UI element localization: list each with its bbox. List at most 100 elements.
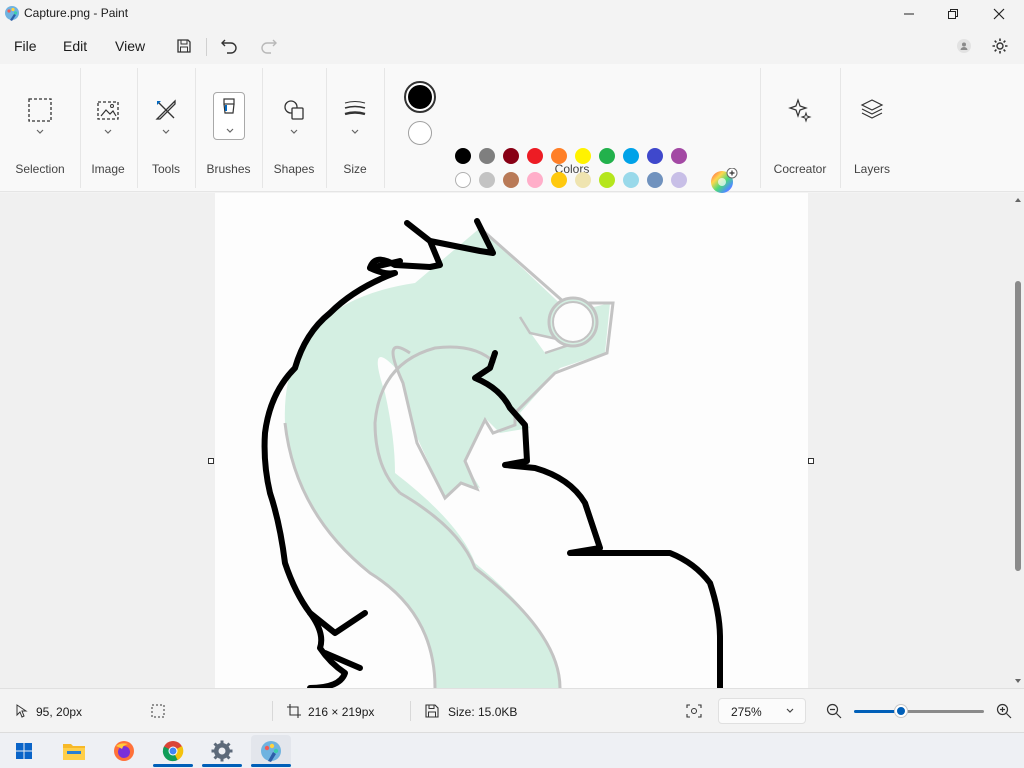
zoom-dropdown[interactable]: 275%	[718, 698, 806, 724]
taskbar-chrome[interactable]	[153, 735, 193, 767]
taskbar-file-explorer[interactable]	[54, 735, 94, 767]
tools-label: Tools	[151, 162, 180, 176]
color-swatch[interactable]	[503, 148, 519, 164]
taskbar-settings[interactable]	[202, 735, 242, 767]
chevron-down-icon	[162, 129, 170, 134]
account-button[interactable]	[952, 34, 976, 58]
tools-icon	[150, 94, 182, 126]
color-swatch[interactable]	[671, 148, 687, 164]
taskbar	[0, 732, 1024, 768]
tools-group[interactable]: Tools	[137, 64, 195, 192]
color-swatch[interactable]	[551, 148, 567, 164]
taskbar-firefox[interactable]	[104, 735, 144, 767]
save-icon	[177, 39, 191, 53]
file-size-icon	[425, 704, 439, 718]
layers-group[interactable]: Layers	[840, 64, 904, 192]
active-indicator	[202, 764, 242, 767]
color-swatch[interactable]	[647, 148, 663, 164]
color-swatch[interactable]	[575, 148, 591, 164]
fit-to-window-icon[interactable]	[686, 704, 702, 718]
close-button[interactable]	[976, 0, 1022, 28]
zoom-slider-track	[901, 710, 984, 713]
restore-icon	[948, 9, 958, 19]
account-icon	[957, 39, 971, 53]
cocreator-icon	[784, 94, 816, 126]
active-indicator	[251, 764, 291, 767]
edit-colors-icon[interactable]	[710, 168, 738, 196]
color-swatch[interactable]	[599, 148, 615, 164]
color-swatch[interactable]	[479, 172, 495, 188]
zoom-in-icon[interactable]	[996, 703, 1012, 719]
undo-button[interactable]	[217, 34, 241, 58]
color-swatch[interactable]	[527, 148, 543, 164]
close-icon	[993, 8, 1005, 20]
chevron-down-icon	[226, 128, 234, 133]
paint-app-icon	[5, 6, 19, 21]
image-group[interactable]: Image	[80, 64, 136, 192]
chevron-down-icon	[290, 129, 298, 134]
dragon-drawing	[261, 218, 723, 688]
start-button[interactable]	[4, 735, 44, 767]
undo-icon	[221, 39, 237, 54]
drawing-canvas[interactable]	[215, 193, 808, 688]
color-swatch[interactable]	[623, 148, 639, 164]
secondary-color[interactable]	[408, 121, 432, 145]
selection-size-icon	[151, 704, 165, 718]
color-swatch[interactable]	[503, 172, 519, 188]
restore-button[interactable]	[930, 0, 976, 28]
color-swatch[interactable]	[527, 172, 543, 188]
color-swatch[interactable]	[647, 172, 663, 188]
shapes-group[interactable]: Shapes	[262, 64, 326, 192]
save-button[interactable]	[172, 34, 196, 58]
layers-icon	[856, 94, 888, 126]
cocreator-group[interactable]: Cocreator	[760, 64, 840, 192]
redo-icon	[261, 39, 277, 54]
scroll-down-icon[interactable]	[1014, 677, 1022, 685]
color-swatch[interactable]	[455, 172, 471, 188]
title-bar: Capture.png - Paint	[0, 0, 1024, 28]
color-swatch[interactable]	[575, 172, 591, 188]
scrollbar-thumb[interactable]	[1015, 281, 1021, 571]
minimize-icon	[904, 13, 914, 15]
primary-color[interactable]	[404, 81, 436, 113]
color-swatch[interactable]	[551, 172, 567, 188]
primary-color-fill	[408, 85, 432, 109]
color-swatch[interactable]	[455, 148, 471, 164]
color-swatch[interactable]	[479, 148, 495, 164]
canvas-workspace[interactable]	[0, 193, 1024, 688]
menu-file[interactable]: File	[8, 36, 43, 56]
color-swatch[interactable]	[623, 172, 639, 188]
resize-handle-left[interactable]	[208, 458, 214, 464]
redo-button[interactable]	[257, 34, 281, 58]
layers-label: Layers	[853, 162, 891, 176]
taskbar-paint[interactable]	[251, 735, 291, 767]
folder-icon	[63, 744, 85, 760]
color-swatch[interactable]	[671, 172, 687, 188]
size-group[interactable]: Size	[326, 64, 384, 192]
shapes-label: Shapes	[273, 162, 315, 176]
window-title: Capture.png - Paint	[24, 6, 129, 20]
chrome-icon	[162, 741, 184, 762]
zoom-out-icon[interactable]	[826, 703, 842, 719]
zoom-slider[interactable]	[854, 703, 984, 719]
menu-edit[interactable]: Edit	[57, 36, 93, 56]
settings-button[interactable]	[988, 34, 1012, 58]
resize-handle-right[interactable]	[808, 458, 814, 464]
brush-button[interactable]	[213, 92, 245, 140]
selection-icon	[24, 94, 56, 126]
cursor-position: 95, 20px	[36, 705, 83, 719]
zoom-value: 275%	[731, 705, 762, 719]
selection-group[interactable]: Selection	[0, 64, 80, 192]
scroll-up-icon[interactable]	[1014, 196, 1022, 204]
settings-gear-icon	[211, 740, 233, 762]
vertical-scrollbar[interactable]	[1012, 193, 1024, 688]
menu-view[interactable]: View	[109, 36, 151, 56]
zoom-slider-thumb[interactable]	[895, 705, 907, 717]
menu-bar: File Edit View	[0, 28, 1024, 64]
gear-icon	[992, 38, 1008, 54]
color-swatch[interactable]	[599, 172, 615, 188]
cocreator-label: Cocreator	[773, 162, 827, 176]
windows-start-icon	[16, 743, 32, 759]
file-size: Size: 15.0KB	[448, 705, 518, 719]
minimize-button[interactable]	[886, 0, 932, 28]
